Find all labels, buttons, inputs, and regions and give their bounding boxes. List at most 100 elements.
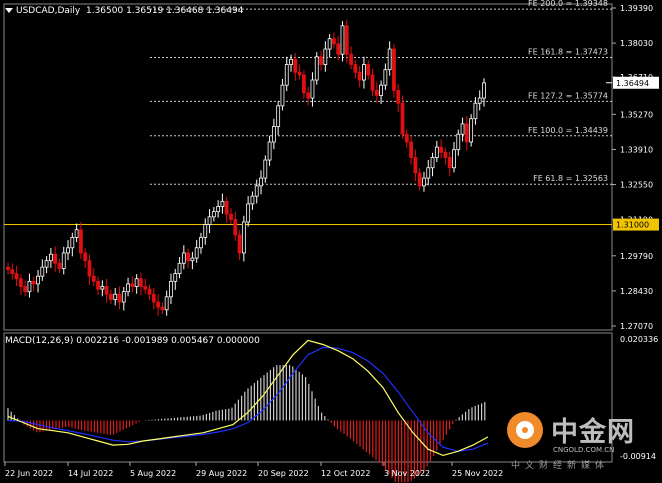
candle-body xyxy=(293,58,298,73)
candle-body xyxy=(482,82,486,99)
candle-body xyxy=(53,253,58,264)
candle-body xyxy=(404,133,409,143)
candle-body xyxy=(319,56,323,65)
price-tick-label: 1.38030 xyxy=(620,39,653,48)
candle-body xyxy=(79,229,83,254)
candle-body xyxy=(289,58,293,65)
candle-body xyxy=(464,123,469,143)
candle-body xyxy=(83,252,88,262)
candle-body xyxy=(413,157,418,174)
candle-body xyxy=(336,43,341,55)
candle-body xyxy=(91,275,96,282)
candle-body xyxy=(254,185,259,197)
date-tick-label: 25 Nov 2022 xyxy=(452,469,503,478)
candle-body xyxy=(396,89,401,104)
candle-body xyxy=(126,283,130,293)
candle-body xyxy=(332,38,336,45)
candle-body xyxy=(70,237,75,249)
candle-body xyxy=(271,126,276,143)
candle-body xyxy=(353,64,358,73)
candle-body xyxy=(96,280,100,290)
date-tick-label: 22 Jun 2022 xyxy=(5,469,53,478)
candle-body xyxy=(456,133,461,151)
candle-body xyxy=(87,260,92,277)
candle-body xyxy=(400,102,405,135)
candle-body xyxy=(241,221,246,254)
candle-body xyxy=(259,177,263,187)
candle-body xyxy=(186,252,191,262)
fib-level-label: FE 200.0 = 1.39348 xyxy=(528,0,608,8)
candle-body xyxy=(224,200,229,215)
candle-body xyxy=(473,102,478,120)
candle-body xyxy=(284,64,289,86)
candle-body xyxy=(237,234,242,254)
candle-body xyxy=(40,266,45,277)
candle-body xyxy=(151,293,156,303)
candle-body xyxy=(246,203,251,223)
candle-body xyxy=(297,71,302,76)
date-tick-label: 3 Nov 2022 xyxy=(384,469,430,478)
candle-body xyxy=(18,278,23,287)
date-tick-label: 20 Sep 2022 xyxy=(258,469,309,478)
watermark-subtitle: 中文财经新媒体 xyxy=(511,461,610,471)
candle-body xyxy=(104,286,109,295)
date-tick-label: 5 Aug 2022 xyxy=(130,469,176,478)
chart-window: 1.393901.380301.367101.352701.339101.325… xyxy=(0,0,662,483)
candle-body xyxy=(366,64,371,76)
candle-body xyxy=(61,252,66,269)
candle-body xyxy=(229,213,233,220)
price-tick-label: 1.33910 xyxy=(620,145,653,154)
candle-body xyxy=(143,286,148,290)
candle-body xyxy=(27,280,32,293)
candle-body xyxy=(160,306,165,311)
candle-body xyxy=(10,269,15,275)
candle-body xyxy=(36,275,40,285)
candle-body xyxy=(263,159,268,179)
candle-body xyxy=(374,89,379,96)
fib-level-label: FE 100.0 = 1.34439 xyxy=(528,126,608,135)
candle-body xyxy=(267,141,272,161)
candle-body xyxy=(250,195,255,205)
date-tick-label: 14 Jul 2022 xyxy=(68,469,113,478)
candle-body xyxy=(181,252,186,264)
candle-body xyxy=(23,286,28,293)
price-tick-label: 1.35270 xyxy=(620,110,653,119)
watermark-url: CNGOLD.COM.CN xyxy=(553,446,615,454)
candle-body xyxy=(443,151,448,158)
candle-body xyxy=(387,48,392,71)
candle-body xyxy=(48,253,53,262)
candle-body xyxy=(173,273,178,282)
candle-body xyxy=(439,146,444,153)
candle-body xyxy=(477,97,482,104)
candle-body xyxy=(349,53,353,65)
fib-level-label: FE 161.8 = 1.37473 xyxy=(528,47,608,56)
watermark-brand: 中金网 xyxy=(551,417,635,448)
date-tick-label: 12 Oct 2022 xyxy=(321,469,370,478)
candle-body xyxy=(327,38,332,50)
candle-body xyxy=(452,149,456,169)
candle-body xyxy=(203,224,208,238)
date-tick-label: 29 Aug 2022 xyxy=(196,469,247,478)
candle-body xyxy=(211,211,216,218)
candle-body xyxy=(409,141,413,158)
watermark: 中金网 CNGOLD.COM.CN 中文财经新媒体 xyxy=(505,408,655,471)
candle-body xyxy=(130,283,135,287)
candle-body xyxy=(31,280,36,285)
candle-body xyxy=(344,25,349,55)
candle-body xyxy=(357,71,362,81)
candle-body xyxy=(276,105,281,127)
ohlc-values: 1.36500 1.36519 1.36468 1.36494 xyxy=(85,6,244,16)
candle-body xyxy=(147,288,152,295)
candle-body xyxy=(66,247,70,254)
candle-body xyxy=(113,293,118,300)
candle-body xyxy=(460,123,465,135)
candle-body xyxy=(121,291,126,303)
candle-body xyxy=(216,206,221,213)
symbol-label: USDCAD,Daily xyxy=(16,6,81,16)
candle-body xyxy=(422,177,426,187)
chevron-down-icon[interactable] xyxy=(5,8,13,13)
candle-body xyxy=(177,262,182,275)
candle-body xyxy=(469,118,474,143)
candle-body xyxy=(156,301,160,308)
price-tick-label: 1.29790 xyxy=(620,252,653,261)
